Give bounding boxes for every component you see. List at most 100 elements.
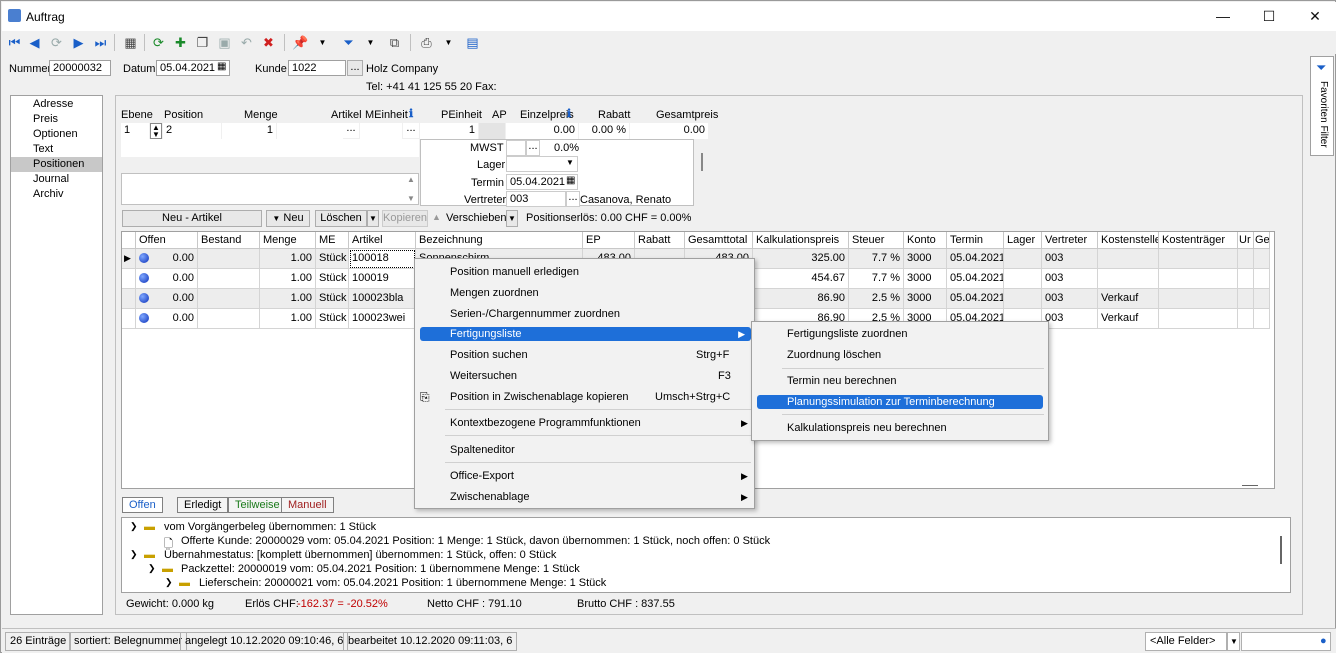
document-icon[interactable]: ▤	[464, 34, 481, 51]
grid-cell-me[interactable]: Stück	[316, 289, 349, 309]
grid-cell-lager[interactable]	[1004, 289, 1042, 309]
pin-dropdown-icon[interactable]: ▼	[314, 34, 331, 51]
grid-cell-ur[interactable]	[1238, 269, 1254, 289]
grid-cell-artikel[interactable]: 100018	[349, 249, 416, 269]
grid-cell-kostentraeger[interactable]	[1159, 269, 1238, 289]
nav-item-adresse[interactable]: Adresse	[11, 97, 102, 112]
menu-office-export[interactable]: Office-Export	[450, 466, 514, 486]
grid-cell-lager[interactable]	[1004, 249, 1042, 269]
grid-cell-artikel[interactable]: 100023bla	[349, 289, 416, 309]
kunde-field[interactable]: 1022	[288, 60, 346, 76]
position-spinner-icon[interactable]: ▲ ▼	[150, 123, 162, 139]
tree-node-lieferschein[interactable]: Lieferschein: 20000021 vom: 05.04.2021 P…	[199, 577, 606, 589]
submenu-termin-berechnen[interactable]: Termin neu berechnen	[787, 371, 896, 391]
menu-mengen-zuordnen[interactable]: Mengen zuordnen	[450, 283, 539, 303]
col-kostentraeger[interactable]: Kostenträger	[1159, 232, 1238, 249]
grid-cell-bestand[interactable]	[198, 289, 260, 309]
col-artikel[interactable]: Artikel	[349, 232, 416, 249]
grid-cell-kostenstelle[interactable]	[1098, 249, 1159, 269]
grid-cell-bestand[interactable]	[198, 249, 260, 269]
grid-cell-kostenstelle[interactable]	[1098, 269, 1159, 289]
artikel-field[interactable]	[277, 123, 343, 139]
close-button[interactable]: ✕	[1292, 2, 1336, 31]
expand-icon[interactable]: ❯	[148, 563, 156, 574]
submenu-planungssimulation[interactable]: Planungssimulation zur Terminberechnung	[757, 395, 1043, 409]
grid-cell-kostenstelle[interactable]: Verkauf	[1098, 309, 1159, 329]
peinheit-field[interactable]: 1	[420, 123, 478, 139]
col-me[interactable]: ME	[316, 232, 349, 249]
neu-artikel-button[interactable]: Neu - Artikel	[122, 210, 262, 227]
grid-cell-kostentraeger[interactable]	[1159, 249, 1238, 269]
grid-cell-lager[interactable]	[1004, 269, 1042, 289]
status-search-input[interactable]	[1241, 632, 1331, 651]
vertreter-field[interactable]: 003	[506, 191, 566, 207]
menu-serien-chargen[interactable]: Serien-/Chargennummer zuordnen	[450, 304, 620, 324]
menu-spalteneditor[interactable]: Spalteneditor	[450, 440, 515, 460]
previous-record-icon[interactable]: ◀	[26, 34, 43, 51]
col-kostenstelle[interactable]: Kostenstelle	[1098, 232, 1159, 249]
maximize-button[interactable]: ☐	[1246, 2, 1292, 31]
col-offen[interactable]: Offen	[136, 232, 198, 249]
col-konto[interactable]: Konto	[904, 232, 947, 249]
grid-cell-offen[interactable]: 0.00	[136, 269, 198, 289]
col-steuer[interactable]: Steuer	[849, 232, 904, 249]
col-rabatt[interactable]: Rabatt	[635, 232, 685, 249]
nav-item-journal[interactable]: Journal	[11, 172, 102, 187]
gesamtpreis-field[interactable]: 0.00	[630, 123, 708, 139]
nav-item-text[interactable]: Text	[11, 142, 102, 157]
grid-cell-bestand[interactable]	[198, 269, 260, 289]
tree-node-packzettel[interactable]: Packzettel: 20000019 vom: 05.04.2021 Pos…	[181, 563, 580, 575]
calendar-icon[interactable]: ▦	[217, 61, 226, 72]
grid-cell-termin[interactable]: 05.04.2021	[947, 249, 1004, 269]
grid-cell-kalk[interactable]: 325.00	[753, 249, 849, 269]
grid-cell-kostentraeger[interactable]	[1159, 289, 1238, 309]
rabatt-field[interactable]: 0.00 %	[579, 123, 629, 139]
col-gesamttotal[interactable]: Gesamttotal	[685, 232, 753, 249]
verschieben-dropdown-icon[interactable]: ▼	[506, 210, 518, 227]
mwst-lookup-button[interactable]: ...	[526, 140, 540, 156]
delete-icon[interactable]: ✖	[260, 34, 277, 51]
submenu-zuordnen[interactable]: Fertigungsliste zuordnen	[787, 324, 907, 344]
grid-cell-artikel[interactable]: 100019	[349, 269, 416, 289]
grid-cell-konto[interactable]: 3000	[904, 269, 947, 289]
col-ur[interactable]: Ur	[1238, 232, 1254, 249]
col-kalkulationspreis[interactable]: Kalkulationspreis	[753, 232, 849, 249]
row-indicator[interactable]: ▶	[122, 249, 136, 269]
table-view-icon[interactable]: ▦	[122, 34, 139, 51]
reload-icon[interactable]: ⟳	[150, 34, 167, 51]
col-menge[interactable]: Menge	[260, 232, 316, 249]
mwst-field[interactable]	[506, 140, 526, 156]
ebene-field[interactable]: 1	[121, 123, 149, 139]
menge-field[interactable]: 1	[222, 123, 276, 139]
termin-calendar-icon[interactable]: ▦	[566, 175, 575, 186]
menu-position-suchen[interactable]: Position suchen	[450, 345, 528, 365]
row-indicator[interactable]	[122, 289, 136, 309]
col-lager[interactable]: Lager	[1004, 232, 1042, 249]
favoriten-filter-tab[interactable]: ⏷ Favoriten Filter	[1310, 56, 1334, 156]
scroll-up-icon[interactable]: ▲	[407, 175, 415, 184]
grid-cell-vertreter[interactable]: 003	[1042, 269, 1098, 289]
grid-cell-menge[interactable]: 1.00	[260, 249, 316, 269]
grid-cell-ur[interactable]	[1238, 249, 1254, 269]
grid-cell-artikel[interactable]: 100023wei	[349, 309, 416, 329]
next-record-icon[interactable]: ▶	[70, 34, 87, 51]
grid-cell-ge[interactable]	[1254, 249, 1270, 269]
grid-cell-offen[interactable]: 0.00	[136, 309, 198, 329]
grid-cell-steuer[interactable]: 2.5 %	[849, 289, 904, 309]
grid-cell-offen[interactable]: 0.00	[136, 249, 198, 269]
menu-kontextbezogene[interactable]: Kontextbezogene Programmfunktionen	[450, 413, 641, 433]
col-ep[interactable]: EP	[583, 232, 635, 249]
filter-icon[interactable]: ⏷	[340, 34, 357, 51]
col-bestand[interactable]: Bestand	[198, 232, 260, 249]
nav-item-optionen[interactable]: Optionen	[11, 127, 102, 142]
grid-cell-menge[interactable]: 1.00	[260, 269, 316, 289]
tab-manuell[interactable]: Manuell	[281, 497, 334, 513]
tab-offen[interactable]: Offen	[122, 497, 163, 513]
expand-icon[interactable]: ❯	[165, 577, 173, 588]
first-record-icon[interactable]: ⏮	[6, 34, 23, 51]
col-vertreter[interactable]: Vertreter	[1042, 232, 1098, 249]
layout-icon[interactable]: ⧉	[386, 34, 403, 51]
meinheit-lookup-button[interactable]: ...	[403, 123, 419, 138]
copy-document-icon[interactable]: ❐	[194, 34, 211, 51]
col-bezeichnung[interactable]: Bezeichnung	[416, 232, 583, 249]
